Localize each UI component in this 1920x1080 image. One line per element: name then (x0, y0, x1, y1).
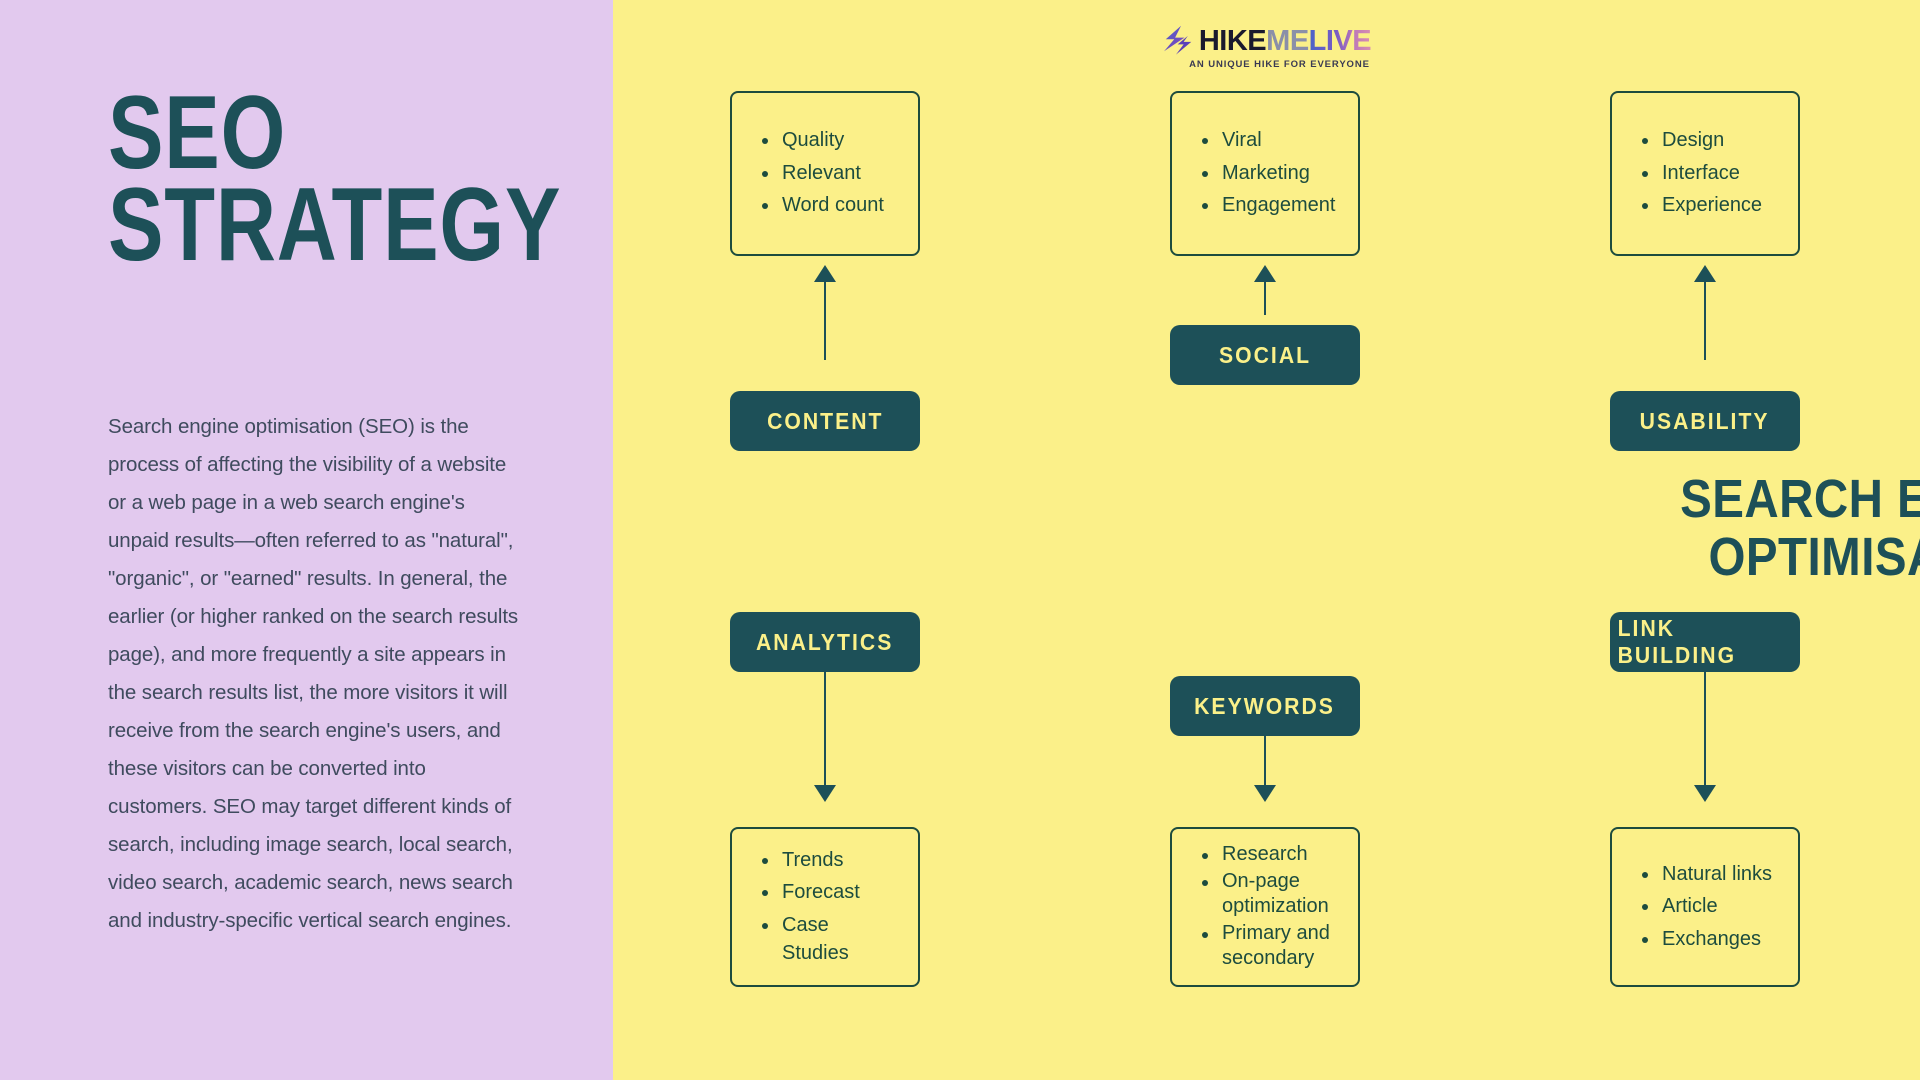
arrow-head-up-icon (1254, 265, 1276, 282)
arrow-head-up-icon (1694, 265, 1716, 282)
analytics-item-list: Trends Forecast Case Studies (758, 842, 896, 972)
center-headline-line-1: SEARCH ENGINE (1680, 469, 1920, 529)
list-box-keywords: Research On-page optimization Primary an… (1170, 827, 1360, 987)
link-building-items: Natural links Article Exchanges (1610, 827, 1800, 987)
list-item: Article (1638, 893, 1776, 921)
social-item-list: Viral Marketing Engagement (1198, 122, 1336, 225)
list-item: On-page optimization (1198, 869, 1336, 920)
page-title: SEO STRATEGY (108, 81, 562, 283)
list-item: Marketing (1198, 160, 1336, 188)
diagram-panel: HIKE ME LIVE AN UNIQUE HIKE FOR EVERYONE… (613, 0, 1920, 1080)
list-item: Research (1198, 842, 1336, 868)
logo-row: HIKE ME LIVE (1162, 24, 1372, 58)
pill-label: ANALYTICS (756, 628, 894, 655)
arrow-shaft (823, 672, 827, 785)
logo-tagline: AN UNIQUE HIKE FOR EVERYONE (1189, 59, 1370, 70)
pill-label: USABILITY (1640, 407, 1770, 434)
pill-usability[interactable]: USABILITY (1610, 391, 1800, 451)
pill-link-building[interactable]: LINK BUILDING (1610, 612, 1800, 672)
arrow-shaft (1703, 672, 1707, 785)
list-box-social: Viral Marketing Engagement (1170, 91, 1360, 256)
social-items: Viral Marketing Engagement (1170, 91, 1360, 256)
description-paragraph: Search engine optimisation (SEO) is the … (108, 415, 519, 932)
keywords-item-list: Research On-page optimization Primary an… (1198, 841, 1336, 973)
pill-analytics[interactable]: ANALYTICS (730, 612, 920, 672)
arrow-up-usability (1694, 265, 1716, 360)
content-item-list: Quality Relevant Word count (758, 122, 896, 225)
center-headline-line-2: OPTIMISATION (1708, 527, 1920, 588)
list-item: Natural links (1638, 861, 1776, 889)
pill-label: CONTENT (766, 407, 884, 434)
list-item: Trends (758, 847, 896, 875)
arrow-down-link-building (1694, 672, 1716, 802)
list-item: Primary and secondary (1198, 921, 1336, 972)
usability-item-list: Design Interface Experience (1638, 122, 1776, 225)
pill-label: LINK BUILDING (1617, 615, 1737, 668)
logo-word-me: ME (1266, 24, 1309, 57)
link-building-item-list: Natural links Article Exchanges (1638, 856, 1776, 959)
arrow-shaft (823, 282, 827, 360)
arrow-down-keywords (1254, 736, 1276, 802)
lightning-bolt-icon (1163, 25, 1191, 55)
content-items: Quality Relevant Word count (730, 91, 920, 256)
arrow-up-social (1254, 265, 1276, 315)
list-item: Design (1638, 127, 1776, 155)
left-panel: SEO STRATEGY Search engine optimisation … (0, 0, 613, 1080)
list-box-usability: Design Interface Experience (1610, 91, 1800, 256)
list-item: Viral (1198, 127, 1336, 155)
center-headline: SEARCH ENGINE OPTIMISATION (1653, 470, 1920, 587)
brand-logo: HIKE ME LIVE AN UNIQUE HIKE FOR EVERYONE (1162, 24, 1372, 70)
pill-social[interactable]: SOCIAL (1170, 325, 1360, 385)
arrow-shaft (1263, 736, 1267, 785)
arrow-head-down-icon (814, 785, 836, 802)
arrow-head-down-icon (1694, 785, 1716, 802)
title-line-2: STRATEGY (108, 166, 562, 283)
arrow-shaft (1263, 282, 1267, 315)
list-item: Case Studies (758, 912, 896, 967)
list-item: Word count (758, 192, 896, 220)
logo-word-hike: HIKE (1198, 24, 1267, 57)
logo-word-live: LIVE (1308, 24, 1372, 57)
arrow-head-down-icon (1254, 785, 1276, 802)
list-box-link-building: Natural links Article Exchanges (1610, 827, 1800, 987)
keywords-items: Research On-page optimization Primary an… (1170, 827, 1360, 987)
list-item: Forecast (758, 879, 896, 907)
pill-label: KEYWORDS (1194, 692, 1336, 719)
pill-label: SOCIAL (1218, 341, 1312, 368)
list-item: Relevant (758, 160, 896, 188)
usability-items: Design Interface Experience (1610, 91, 1800, 256)
list-item: Engagement (1198, 192, 1336, 220)
pill-keywords[interactable]: KEYWORDS (1170, 676, 1360, 736)
arrow-down-analytics (814, 672, 836, 802)
list-box-content: Quality Relevant Word count (730, 91, 920, 256)
arrow-shaft (1703, 282, 1707, 360)
arrow-head-up-icon (814, 265, 836, 282)
pill-content[interactable]: CONTENT (730, 391, 920, 451)
arrow-up-content (814, 265, 836, 360)
list-item: Interface (1638, 160, 1776, 188)
analytics-items: Trends Forecast Case Studies (730, 827, 920, 987)
list-box-analytics: Trends Forecast Case Studies (730, 827, 920, 987)
logo-wordmark: HIKE ME LIVE (1198, 24, 1372, 57)
list-item: Exchanges (1638, 926, 1776, 954)
list-item: Experience (1638, 192, 1776, 220)
list-item: Quality (758, 127, 896, 155)
